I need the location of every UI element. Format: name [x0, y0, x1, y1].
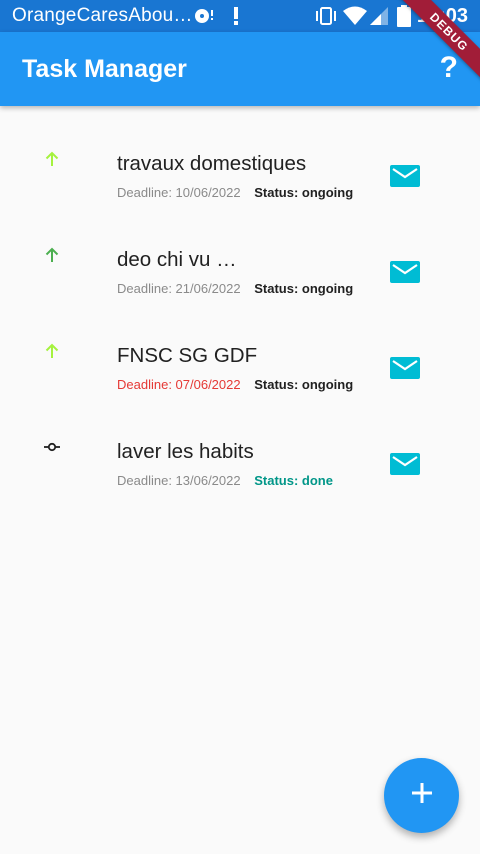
- mail-icon[interactable]: [390, 357, 420, 379]
- carrier-name: OrangeCaresAbou…: [12, 5, 193, 26]
- task-meta: Deadline: 21/06/2022 Status: ongoing: [117, 281, 353, 296]
- arrow-up-icon: [43, 150, 61, 168]
- arrow-up-icon: [43, 342, 61, 360]
- task-meta: Deadline: 07/06/2022 Status: ongoing: [117, 377, 353, 392]
- task-item[interactable]: deo chi vu … Deadline: 21/06/2022 Status…: [0, 224, 480, 320]
- task-title: FNSC SG GDF: [117, 344, 258, 367]
- add-icon: [410, 781, 434, 810]
- task-item[interactable]: FNSC SG GDF Deadline: 07/06/2022 Status:…: [0, 320, 480, 416]
- mail-icon[interactable]: [390, 165, 420, 187]
- task-title: travaux domestiques: [117, 152, 307, 175]
- task-deadline: Deadline: 13/06/2022: [117, 473, 241, 488]
- task-status: Status: ongoing: [254, 377, 354, 392]
- alert-icon: [232, 7, 240, 30]
- task-deadline: Deadline: 21/06/2022: [117, 281, 241, 296]
- vibrate-icon: [314, 7, 338, 30]
- task-status: Status: ongoing: [254, 185, 354, 200]
- task-meta: Deadline: 13/06/2022 Status: done: [117, 473, 333, 488]
- task-title: laver les habits: [117, 440, 254, 463]
- task-item[interactable]: laver les habits Deadline: 13/06/2022 St…: [0, 416, 480, 512]
- task-status: Status: ongoing: [254, 281, 354, 296]
- add-task-button[interactable]: [384, 758, 459, 833]
- app-bar: Task Manager ?: [0, 32, 480, 106]
- signal-icon: [369, 6, 389, 31]
- wifi-icon: [343, 6, 367, 31]
- arrow-up-icon: [43, 246, 61, 264]
- task-item[interactable]: travaux domestiques Deadline: 10/06/2022…: [0, 128, 480, 224]
- mail-icon[interactable]: [390, 261, 420, 283]
- mail-icon[interactable]: [390, 453, 420, 475]
- task-title: deo chi vu …: [117, 248, 237, 271]
- task-deadline: Deadline: 10/06/2022: [117, 185, 241, 200]
- task-list: travaux domestiques Deadline: 10/06/2022…: [0, 128, 480, 512]
- task-status: Status: done: [254, 473, 333, 488]
- task-meta: Deadline: 10/06/2022 Status: ongoing: [117, 185, 353, 200]
- page-title: Task Manager: [22, 55, 187, 83]
- task-deadline: Deadline: 07/06/2022: [117, 377, 241, 392]
- battery-icon: [397, 5, 411, 32]
- sync-icon: [193, 8, 215, 29]
- commit-icon: [43, 438, 61, 456]
- help-button[interactable]: ?: [440, 51, 458, 85]
